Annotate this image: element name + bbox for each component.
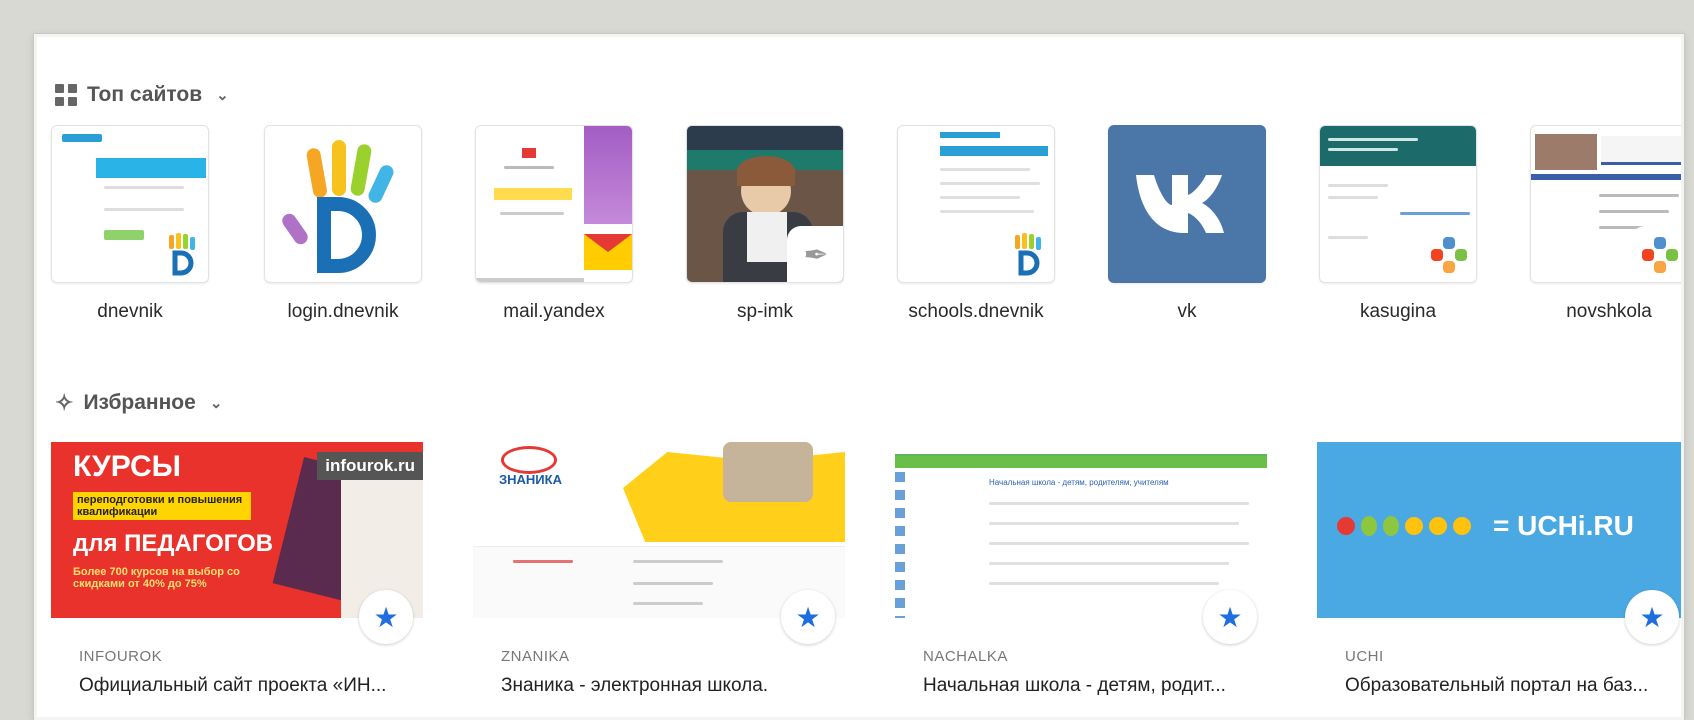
top-site-tile[interactable]: novshkola <box>1530 125 1681 323</box>
thumb-subtitle: переподготовки и повышения квалификации <box>73 492 251 520</box>
dnevnik-logo-icon <box>998 226 1054 282</box>
favorite-card[interactable]: КУРСЫ переподготовки и повышения квалифи… <box>51 442 423 717</box>
card-source: NACHALKA <box>923 648 1008 665</box>
card-source: ZNANIKA <box>501 648 570 665</box>
top-sites-header[interactable]: Топ сайтов ⌄ <box>55 83 229 107</box>
star-icon[interactable]: ★ <box>1625 590 1679 644</box>
grid-icon <box>55 84 77 106</box>
favorite-card[interactable]: ЗНАНИКА ★ ZNANIKA Знаника - электронная … <box>473 442 845 717</box>
thumb-tag: infourok.ru <box>317 452 423 480</box>
dnevnik-logo-icon <box>152 226 208 282</box>
card-source: UCHI <box>1345 648 1384 665</box>
top-site-label: mail.yandex <box>503 301 605 322</box>
site-thumbnail <box>51 125 209 283</box>
top-site-tile[interactable]: vk <box>1108 125 1266 323</box>
top-site-label: vk <box>1177 301 1197 322</box>
top-site-label: sp-imk <box>737 301 793 322</box>
top-site-label: dnevnik <box>97 301 163 322</box>
top-site-label: schools.dnevnik <box>908 301 1044 322</box>
fruit-icons <box>1337 516 1471 536</box>
card-source: INFOUROK <box>79 648 163 665</box>
top-site-label: login.dnevnik <box>287 301 399 322</box>
thumb-heading: КУРСЫ <box>73 450 182 483</box>
card-title: Знаника - электронная школа. <box>501 675 769 696</box>
card-title: Официальный сайт проекта «ИН... <box>79 675 387 696</box>
site-thumbnail <box>1530 125 1681 283</box>
top-sites-title: Топ сайтов <box>87 83 203 106</box>
favorites-header[interactable]: ✧ Избранное ⌄ <box>55 390 222 416</box>
top-site-label: novshkola <box>1566 301 1652 322</box>
top-site-tile[interactable]: dnevnik <box>51 125 209 323</box>
site-thumbnail <box>897 125 1055 283</box>
thumb-heading: = UCHi.RU <box>1493 510 1634 541</box>
chevron-down-icon[interactable]: ⌄ <box>216 86 229 104</box>
thumb-heading: ЗНАНИКА <box>499 472 562 487</box>
top-site-tile[interactable]: mail.yandex <box>475 125 633 323</box>
top-site-tile[interactable]: ✒ sp-imk <box>686 125 844 323</box>
site-thumbnail <box>475 125 633 283</box>
top-site-tile[interactable]: schools.dnevnik <box>897 125 1055 323</box>
feather-icon: ✒ <box>787 226 843 282</box>
card-thumbnail: Начальная школа - детям, родителям, учит… <box>895 442 1267 618</box>
top-site-tile[interactable]: login.dnevnik <box>264 125 422 323</box>
favorites-title: Избранное <box>83 391 196 414</box>
sparkle-icon: ✧ <box>55 390 74 415</box>
star-icon[interactable]: ★ <box>359 590 413 644</box>
site-thumbnail <box>1319 125 1477 283</box>
site-thumbnail: ✒ <box>686 125 844 283</box>
card-thumbnail: = UCHi.RU <box>1317 442 1681 618</box>
star-icon[interactable]: ★ <box>781 590 835 644</box>
chevron-down-icon[interactable]: ⌄ <box>210 394 223 412</box>
favorite-card[interactable]: = UCHi.RU ★ UCHI Образовательный портал … <box>1317 442 1681 717</box>
thumb-heading: Начальная школа - детям, родителям, учит… <box>989 478 1169 487</box>
top-site-label: kasugina <box>1359 301 1437 322</box>
star-icon[interactable]: ★ <box>1203 590 1257 644</box>
vk-logo-icon <box>1108 125 1266 283</box>
top-site-tile[interactable]: kasugina <box>1319 125 1477 323</box>
joomla-logo-icon <box>1420 226 1476 282</box>
dnevnik-logo-icon <box>264 125 422 283</box>
favorite-card[interactable]: Начальная школа - детям, родителям, учит… <box>895 442 1267 717</box>
thumb-big: для ПЕДАГОГОВ <box>73 530 274 557</box>
thumb-note: Более 700 курсов на выбор со скидками от… <box>73 566 240 590</box>
card-title: Начальная школа - детям, родит... <box>923 675 1226 696</box>
card-thumbnail: ЗНАНИКА <box>473 442 845 618</box>
card-title: Образовательный портал на баз... <box>1345 675 1649 696</box>
new-tab-page: Топ сайтов ⌄ dnevnik login.dnevnik mail.… <box>34 34 1684 720</box>
card-thumbnail: КУРСЫ переподготовки и повышения квалифи… <box>51 442 423 618</box>
joomla-logo-icon <box>1631 226 1681 282</box>
